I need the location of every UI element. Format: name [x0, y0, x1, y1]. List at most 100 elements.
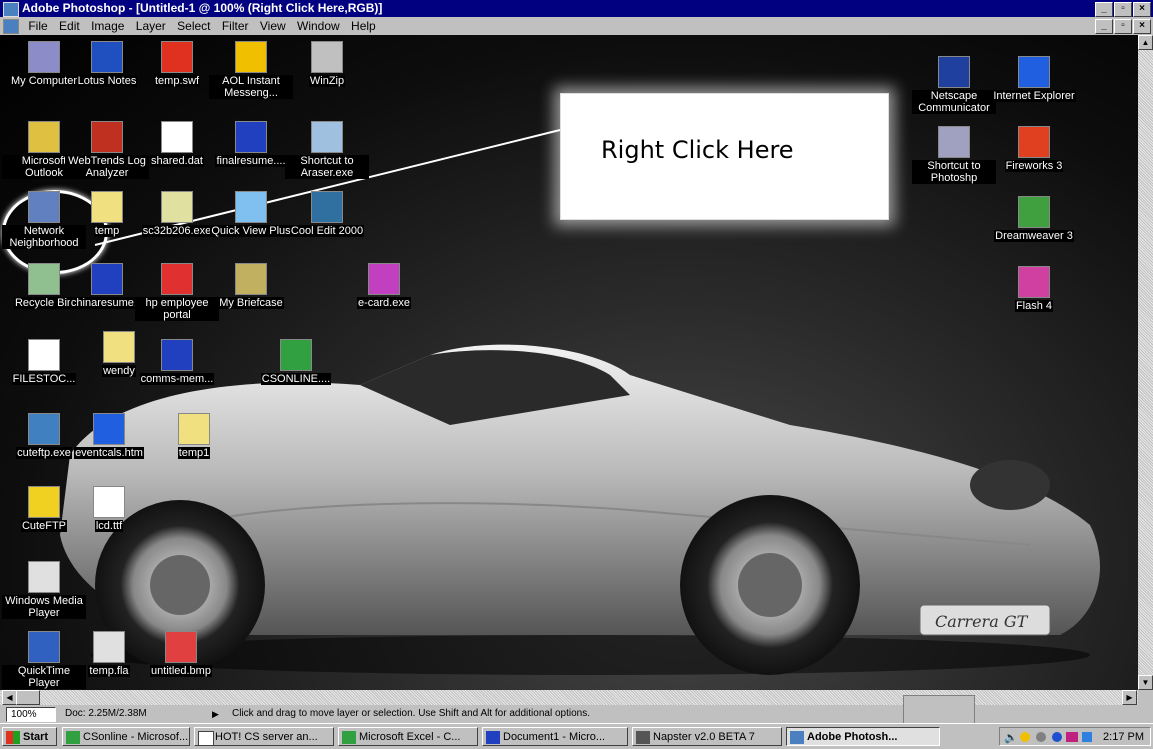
menu-view[interactable]: View: [256, 17, 290, 35]
desktop-icon-label: temp.fla: [88, 665, 130, 677]
task-csonline[interactable]: CSonline - Microsof...: [62, 727, 190, 746]
desktop-icon-label: My Briefcase: [218, 297, 284, 309]
desktop-icon-label: AOL Instant Messeng...: [209, 75, 293, 99]
desktop-icon[interactable]: untitled.bmp: [139, 631, 223, 677]
hp-icon: [161, 263, 193, 295]
speaker-icon[interactable]: 🔈: [1004, 731, 1018, 744]
maximize-button[interactable]: ▫: [1114, 2, 1132, 17]
desktop-icon[interactable]: Shortcut to Araser.exe: [285, 121, 369, 179]
start-button[interactable]: Start: [2, 727, 57, 746]
menu-edit[interactable]: Edit: [55, 17, 84, 35]
desktop-icon[interactable]: CSONLINE....: [254, 339, 338, 385]
folder-icon: [103, 331, 135, 363]
desktop-icon[interactable]: comms-mem...: [135, 339, 219, 385]
network-icon: [28, 191, 60, 223]
vertical-scrollbar[interactable]: ▲ ▼: [1138, 35, 1153, 690]
recycle-bin-icon: [28, 263, 60, 295]
desktop-icon[interactable]: lcd.ttf: [67, 486, 151, 532]
doc-minimize-button[interactable]: _: [1095, 19, 1113, 34]
monitor-tray-icon[interactable]: [1082, 732, 1092, 742]
task-document1[interactable]: Document1 - Micro...: [482, 727, 628, 746]
excel-icon: [66, 731, 80, 744]
desktop-icon[interactable]: AOL Instant Messeng...: [209, 41, 293, 99]
minimize-button[interactable]: _: [1095, 2, 1113, 17]
desktop-icon[interactable]: e-card.exe: [342, 263, 426, 309]
desktop-icon[interactable]: Quick View Plus: [209, 191, 293, 237]
quicktime-icon: [28, 631, 60, 663]
scroll-up-button[interactable]: ▲: [1138, 35, 1153, 50]
aim-tray-icon[interactable]: [1020, 732, 1030, 742]
title-bar: Adobe Photoshop - [Untitled-1 @ 100% (Ri…: [0, 0, 1153, 17]
doc-restore-button[interactable]: ▫: [1114, 19, 1132, 34]
car-image: Carrera GT: [60, 344, 1100, 675]
zoom-field[interactable]: 100%: [6, 707, 56, 722]
photoshop-app-icon[interactable]: [3, 2, 19, 17]
desktop-icon-label: Shortcut to Photoshp: [912, 160, 996, 184]
clock[interactable]: 2:17 PM: [1103, 728, 1144, 746]
cuteftp-icon: [28, 486, 60, 518]
cool-edit-icon: [311, 191, 343, 223]
menu-image[interactable]: Image: [87, 17, 128, 35]
task-hot-cs-server[interactable]: HOT! CS server an...: [194, 727, 334, 746]
email-icon: [198, 731, 214, 745]
napster-icon: [636, 731, 650, 744]
taskbar: Start CSonline - Microsof... HOT! CS ser…: [0, 723, 1153, 749]
installer-icon: [161, 191, 193, 223]
menu-help[interactable]: Help: [347, 17, 380, 35]
desktop-icon[interactable]: Shortcut to Photoshp: [912, 126, 996, 184]
desktop-icon[interactable]: My Briefcase: [209, 263, 293, 309]
aim-icon: [235, 41, 267, 73]
desktop-icon[interactable]: Netscape Communicator: [912, 56, 996, 114]
menu-layer[interactable]: Layer: [132, 17, 170, 35]
user-tray-icon[interactable]: [1036, 732, 1046, 742]
menu-select[interactable]: Select: [173, 17, 214, 35]
play-arrow-icon[interactable]: ▶: [212, 705, 219, 723]
desktop-icon[interactable]: shared.dat: [135, 121, 219, 167]
status-bar: 100% Doc: 2.25M/2.38M ▶ Click and drag t…: [0, 705, 1153, 723]
file-icon: [161, 121, 193, 153]
document-icon[interactable]: [3, 19, 19, 35]
desktop-icon[interactable]: sc32b206.exe: [135, 191, 219, 237]
scroll-down-button[interactable]: ▼: [1138, 675, 1153, 690]
desktop-icon[interactable]: Flash 4: [992, 266, 1076, 312]
doc-close-button[interactable]: ×: [1133, 19, 1151, 34]
winzip-icon: [311, 41, 343, 73]
text-file-icon: [28, 339, 60, 371]
desktop-icon[interactable]: FILESTOC...: [2, 339, 86, 385]
task-napster[interactable]: Napster v2.0 BETA 7: [632, 727, 782, 746]
task-excel[interactable]: Microsoft Excel - C...: [338, 727, 478, 746]
desktop-icon[interactable]: temp.swf: [135, 41, 219, 87]
desktop-icon[interactable]: Windows Media Player: [2, 561, 86, 619]
desktop-icon[interactable]: temp1: [152, 413, 236, 459]
scroll-left-button[interactable]: ◀: [2, 690, 17, 705]
image-canvas[interactable]: Carrera GT Right Click Here My Computer L…: [0, 35, 1138, 690]
network-tray-icon[interactable]: [1052, 732, 1062, 742]
callout-text: Right Click Here: [601, 136, 794, 164]
desktop-icon[interactable]: Fireworks 3: [992, 126, 1076, 172]
desktop-icon-label: e-card.exe: [357, 297, 411, 309]
menu-bar: File Edit Image Layer Select Filter View…: [0, 17, 1153, 35]
task-photoshop[interactable]: Adobe Photosh...: [786, 727, 940, 746]
desktop-icon[interactable]: Dreamweaver 3: [992, 196, 1076, 242]
doc-size[interactable]: Doc: 2.25M/2.38M: [65, 705, 147, 723]
yahoo-tray-icon[interactable]: [1066, 732, 1078, 742]
photoshop-icon: [938, 126, 970, 158]
desktop-icon[interactable]: hp employee portal: [135, 263, 219, 321]
system-tray: 🔈 2:17 PM: [999, 727, 1151, 746]
computer-icon: [28, 41, 60, 73]
scroll-right-button[interactable]: ▶: [1122, 690, 1137, 705]
scroll-thumb[interactable]: [16, 690, 40, 705]
desktop-icon-label: finalresume....: [215, 155, 287, 167]
desktop-icon[interactable]: eventcals.htm: [67, 413, 151, 459]
desktop-icon[interactable]: WinZip: [285, 41, 369, 87]
menu-window[interactable]: Window: [293, 17, 344, 35]
desktop-icon-label: WinZip: [308, 75, 346, 87]
internet-explorer-icon: [1018, 56, 1050, 88]
desktop-icon[interactable]: finalresume....: [209, 121, 293, 167]
close-button[interactable]: ×: [1133, 2, 1151, 17]
menu-file[interactable]: File: [24, 17, 51, 35]
desktop-icon-label: Shortcut to Araser.exe: [285, 155, 369, 179]
menu-filter[interactable]: Filter: [218, 17, 253, 35]
desktop-icon[interactable]: Cool Edit 2000: [285, 191, 369, 237]
desktop-icon[interactable]: Internet Explorer: [992, 56, 1076, 102]
